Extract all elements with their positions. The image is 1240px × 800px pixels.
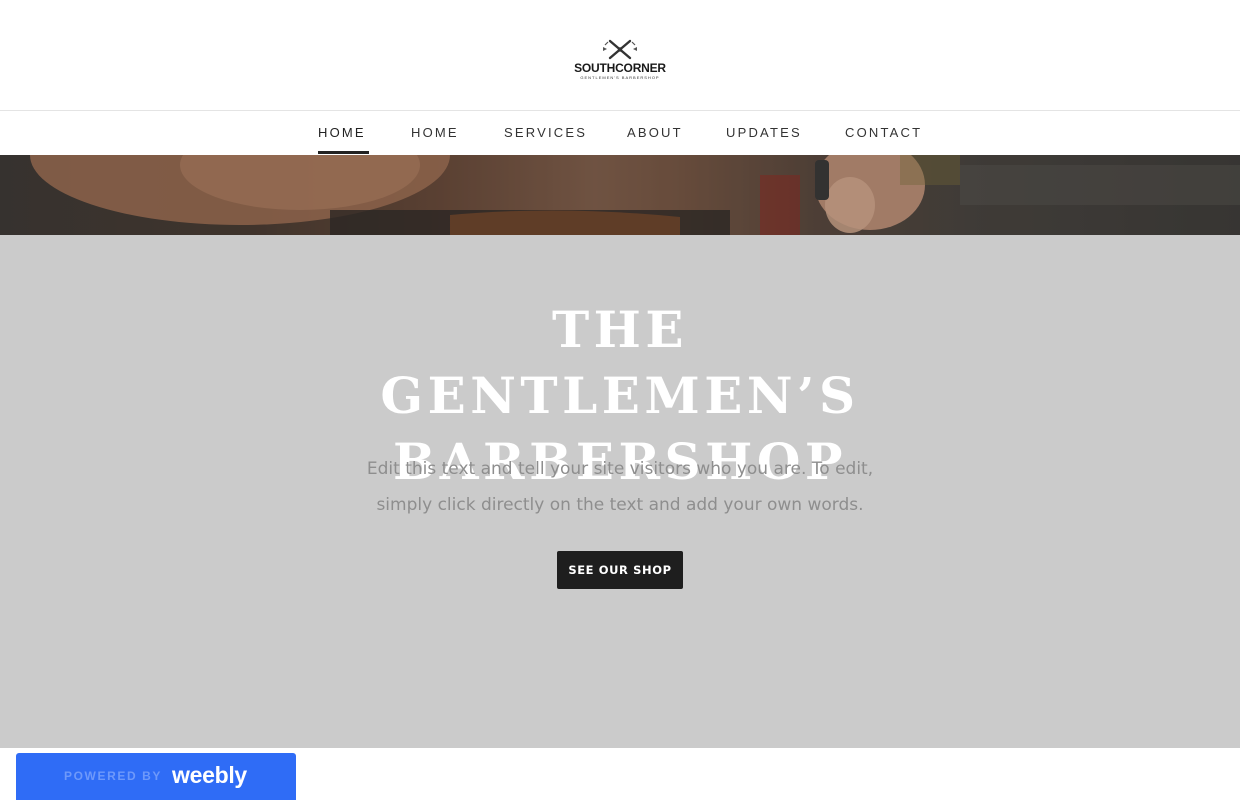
nav-item-services[interactable]: SERVICES xyxy=(504,125,587,140)
crossed-razors-icon xyxy=(603,39,637,60)
site-logo[interactable]: SOUTHCORNER GENTLEMEN'S BARBERSHOP xyxy=(560,36,680,84)
nav-item-updates[interactable]: UPDATES xyxy=(726,125,802,140)
logo-name: SOUTHCORNER xyxy=(574,61,666,75)
hero-background-photo xyxy=(0,155,1240,235)
hero-description-line-2: simply click directly on the text and ad… xyxy=(376,495,864,515)
hero-description: Edit this text and tell your site visito… xyxy=(350,451,890,523)
photo-overlay xyxy=(0,155,1240,235)
nav-item-home-active[interactable]: HOME xyxy=(318,125,366,140)
nav-item-contact[interactable]: CONTACT xyxy=(845,125,922,140)
hero-section: THE GENTLEMEN’S BARBERSHOP Edit this tex… xyxy=(0,235,1240,748)
weebly-logo: weebly xyxy=(172,762,247,788)
nav-item-home[interactable]: HOME xyxy=(411,125,459,140)
powered-by-label: POWERED BY xyxy=(64,769,163,783)
hero-description-line-1: Edit this text and tell your site visito… xyxy=(366,459,874,479)
weebly-badge[interactable]: POWERED BY weebly xyxy=(16,753,296,800)
see-our-shop-button[interactable]: SEE OUR SHOP xyxy=(557,551,683,589)
hero-title-line-1: THE GENTLEMEN’S xyxy=(380,300,860,425)
site-header: SOUTHCORNER GENTLEMEN'S BARBERSHOP xyxy=(0,0,1240,111)
main-nav: HOME HOME SERVICES ABOUT UPDATES CONTACT xyxy=(0,111,1240,155)
logo-tagline: GENTLEMEN'S BARBERSHOP xyxy=(580,75,660,80)
nav-active-indicator xyxy=(318,151,369,154)
nav-item-about[interactable]: ABOUT xyxy=(627,125,683,140)
